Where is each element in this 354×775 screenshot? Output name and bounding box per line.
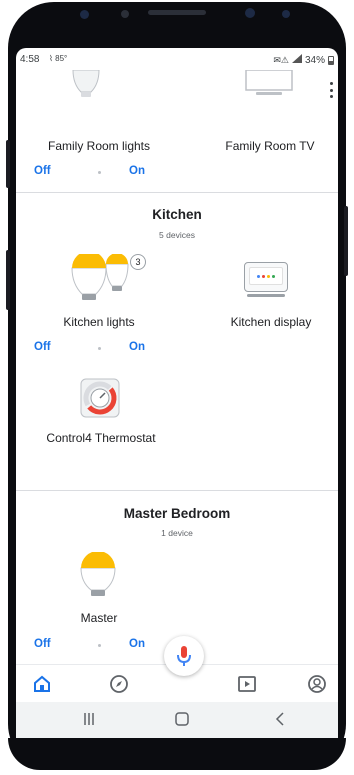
separator-dot xyxy=(98,644,101,647)
thermostat-label: Control4 Thermostat xyxy=(46,431,156,445)
family-room-lights-off-button[interactable]: Off xyxy=(34,165,51,177)
dot-icon xyxy=(272,274,275,278)
bixby-button xyxy=(6,250,10,310)
recents-icon[interactable] xyxy=(82,712,96,731)
weather-icon: ⌇ xyxy=(49,54,53,63)
thermostat-icon[interactable] xyxy=(80,378,120,418)
master-light-off-button[interactable]: Off xyxy=(34,638,51,650)
family-room-tv-label: Family Room TV xyxy=(225,139,315,153)
dot-icon xyxy=(267,274,270,278)
sensor-icon xyxy=(121,10,129,18)
signal-icon xyxy=(291,54,302,66)
power-button xyxy=(344,206,348,276)
iris-sensor-icon xyxy=(282,10,290,18)
family-room-lights-on-button[interactable]: On xyxy=(129,165,145,177)
front-camera-icon xyxy=(245,8,255,18)
status-time: 4:58 xyxy=(20,54,40,65)
section-divider xyxy=(16,192,338,193)
phone-frame: 4:58 ⌇ 85° ✉⚠ 34% Family Room lights Fam… xyxy=(0,0,354,775)
phone-top xyxy=(0,0,354,48)
screen: 4:58 ⌇ 85° ✉⚠ 34% Family Room lights Fam… xyxy=(16,48,338,738)
battery-percent: 34% xyxy=(304,54,325,66)
kitchen-display-icon[interactable] xyxy=(244,262,288,292)
phone-chin xyxy=(8,738,346,770)
notification-icons: ✉⚠ xyxy=(273,54,289,65)
master-bedroom-title: Master Bedroom xyxy=(123,506,231,521)
account-icon[interactable] xyxy=(306,673,328,695)
kitchen-device-count: 5 devices xyxy=(159,230,195,240)
media-icon[interactable] xyxy=(236,673,258,695)
temperature-value: 85° xyxy=(55,54,68,63)
more-options-icon[interactable] xyxy=(326,82,336,98)
volume-button xyxy=(6,140,10,188)
kitchen-title: Kitchen xyxy=(152,207,202,222)
sensor-icon xyxy=(80,10,89,19)
kitchen-lights-count-badge: 3 xyxy=(130,254,146,270)
home-icon[interactable] xyxy=(31,673,53,695)
family-room-lights-label: Family Room lights xyxy=(47,139,151,153)
master-light-icon[interactable] xyxy=(80,551,116,598)
separator-dot xyxy=(98,347,101,350)
dot-icon xyxy=(262,274,265,278)
kitchen-lights-off-button[interactable]: Off xyxy=(34,341,51,353)
system-navigation-bar xyxy=(16,702,338,738)
kitchen-display-label: Kitchen display xyxy=(230,315,312,329)
master-light-label: Master xyxy=(80,611,118,625)
mic-icon xyxy=(177,646,191,666)
kitchen-lights-icon[interactable] xyxy=(70,251,134,304)
discover-icon[interactable] xyxy=(108,673,130,695)
family-room-lights-icon[interactable] xyxy=(71,69,101,100)
battery-icon xyxy=(328,55,334,65)
assistant-mic-button[interactable] xyxy=(164,636,204,676)
section-divider xyxy=(16,490,338,491)
family-room-tv-icon[interactable] xyxy=(244,69,294,96)
status-temperature: ⌇ 85° xyxy=(49,54,67,63)
master-bedroom-device-count: 1 device xyxy=(161,528,193,538)
back-icon[interactable] xyxy=(273,712,287,731)
master-light-on-button[interactable]: On xyxy=(129,638,145,650)
display-screen xyxy=(249,267,283,285)
earpiece-speaker xyxy=(148,10,206,15)
home-button-icon[interactable] xyxy=(175,712,189,731)
status-bar: 4:58 ⌇ 85° ✉⚠ 34% xyxy=(16,48,338,70)
status-icons: ✉⚠ 34% xyxy=(273,54,334,66)
display-stand xyxy=(247,294,285,297)
kitchen-lights-label: Kitchen lights xyxy=(63,315,135,329)
dot-icon xyxy=(257,274,260,278)
separator-dot xyxy=(98,171,101,174)
kitchen-lights-on-button[interactable]: On xyxy=(129,341,145,353)
